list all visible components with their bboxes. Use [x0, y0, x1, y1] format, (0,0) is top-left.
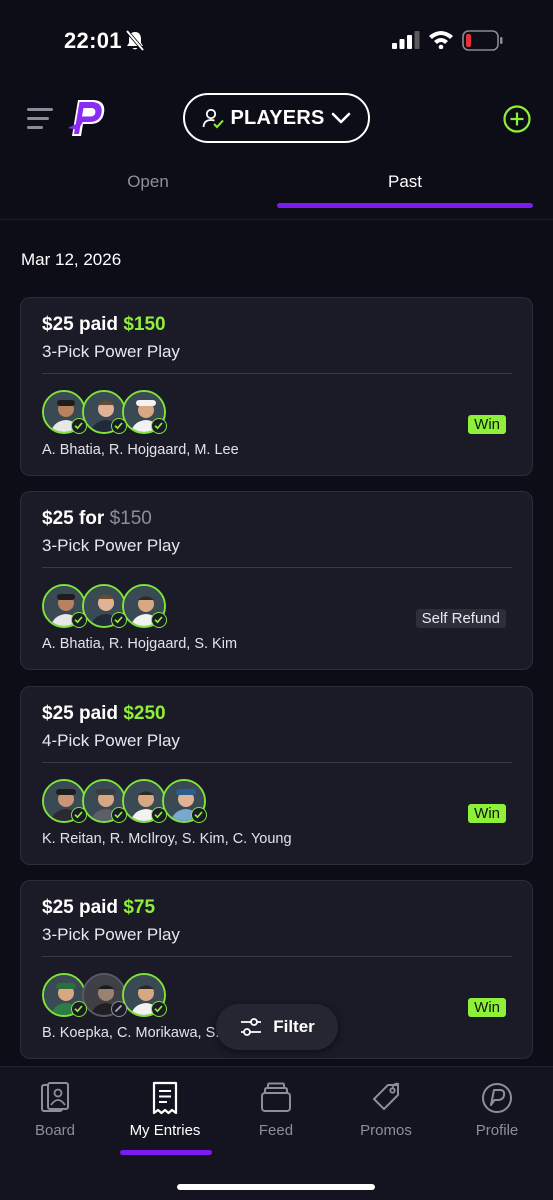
entry-title: $25 paid $250 [42, 703, 166, 725]
bell-muted-icon [125, 30, 145, 52]
nav-feed[interactable]: Feed [221, 1067, 331, 1157]
sport-selector-dropdown[interactable]: PLAYERS [183, 93, 370, 143]
nav-label: Board [34, 1122, 76, 1139]
menu-button[interactable] [27, 105, 53, 131]
feed-icon [261, 1082, 291, 1112]
check-icon [111, 418, 127, 434]
check-icon [71, 612, 87, 628]
tab-past[interactable]: Past [277, 160, 533, 206]
filter-label: Filter [273, 1017, 315, 1036]
entry-stake: $25 [42, 703, 74, 724]
entry-player-names: A. Bhatia, R. Hojgaard, M. Lee [42, 442, 239, 458]
tag-icon [373, 1082, 400, 1110]
entry-player-names: A. Bhatia, R. Hojgaard, S. Kim [42, 636, 238, 652]
entry-verb: for [78, 508, 105, 529]
check-icon [71, 1001, 87, 1017]
entry-payout: $75 [123, 897, 156, 918]
entry-payout: $150 [123, 314, 166, 335]
menu-line-icon [27, 108, 53, 111]
entry-verb: paid [78, 703, 119, 724]
void-icon [111, 1001, 127, 1017]
entry-payout: $150 [109, 508, 152, 529]
card-divider [42, 762, 512, 763]
check-icon [71, 807, 87, 823]
entry-card[interactable]: $25 paid $250 4-Pick Power Play K. Reita… [20, 686, 533, 865]
entry-type: 4-Pick Power Play [42, 731, 180, 750]
check-icon [191, 807, 207, 823]
user-check-icon [203, 108, 225, 129]
check-icon [111, 807, 127, 823]
receipt-icon [152, 1081, 178, 1115]
wifi-icon [429, 31, 453, 49]
active-nav-indicator [120, 1150, 212, 1155]
check-icon [151, 1001, 167, 1017]
prizepicks-logo[interactable] [64, 96, 108, 138]
entry-player-names: K. Reitan, R. McIlroy, S. Kim, C. Young [42, 831, 292, 847]
nav-label: Profile [475, 1122, 519, 1139]
check-icon [151, 807, 167, 823]
entry-title: $25 paid $75 [42, 897, 155, 919]
check-icon [151, 418, 167, 434]
sport-selector-label: PLAYERS [230, 106, 325, 129]
entries-date-heading: Mar 12, 2026 [21, 250, 122, 269]
result-badge: Win [468, 415, 506, 434]
menu-line-icon [27, 117, 49, 120]
entry-title: $25 for $150 [42, 508, 152, 530]
nav-label: Promos [360, 1122, 412, 1139]
check-icon [151, 612, 167, 628]
result-badge: Self Refund [415, 609, 506, 628]
card-divider [42, 956, 512, 957]
add-circle-icon[interactable] [502, 104, 532, 134]
entry-stake: $25 [42, 897, 74, 918]
entry-stake: $25 [42, 314, 74, 335]
entry-payout: $250 [123, 703, 166, 724]
bottom-navigation: Board My Entries Feed Promos Profile [0, 1066, 553, 1200]
entry-title: $25 paid $150 [42, 314, 166, 336]
entry-player-names: B. Koepka, C. Morikawa, S. [42, 1025, 220, 1041]
battery-low-icon [462, 30, 503, 51]
header-divider [0, 219, 553, 220]
nav-label: My Entries [129, 1122, 201, 1139]
entry-type: 3-Pick Power Play [42, 925, 180, 944]
nav-promos[interactable]: Promos [331, 1067, 441, 1157]
status-time: 22:01 [64, 28, 122, 53]
chevron-down-icon [331, 112, 350, 124]
sliders-icon [241, 1018, 262, 1036]
card-divider [42, 373, 512, 374]
nav-board[interactable]: Board [0, 1067, 110, 1157]
entry-card[interactable]: $25 for $150 3-Pick Power Play A. Bhatia… [20, 491, 533, 670]
entry-card[interactable]: $25 paid $150 3-Pick Power Play A. Bhati… [20, 297, 533, 476]
entry-verb: paid [78, 897, 119, 918]
result-badge: Win [468, 804, 506, 823]
check-icon [111, 612, 127, 628]
profile-icon [482, 1083, 512, 1113]
entries-tabs: Open Past [0, 160, 553, 210]
entry-type: 3-Pick Power Play [42, 342, 180, 361]
card-divider [42, 567, 512, 568]
entry-type: 3-Pick Power Play [42, 536, 180, 555]
result-badge: Win [468, 998, 506, 1017]
nav-label: Feed [258, 1122, 294, 1139]
status-bar: 22:01 [0, 0, 553, 80]
board-icon [41, 1082, 69, 1112]
cellular-signal-icon [392, 31, 420, 49]
tab-open[interactable]: Open [20, 160, 276, 206]
entry-stake: $25 [42, 508, 74, 529]
nav-my-entries[interactable]: My Entries [110, 1067, 220, 1157]
home-indicator[interactable] [177, 1184, 375, 1190]
entry-verb: paid [78, 314, 119, 335]
menu-line-icon [27, 126, 43, 129]
filter-button[interactable]: Filter [216, 1004, 338, 1050]
app-header: PLAYERS [0, 90, 553, 148]
active-tab-indicator [277, 203, 533, 208]
nav-profile[interactable]: Profile [442, 1067, 552, 1157]
check-icon [71, 418, 87, 434]
